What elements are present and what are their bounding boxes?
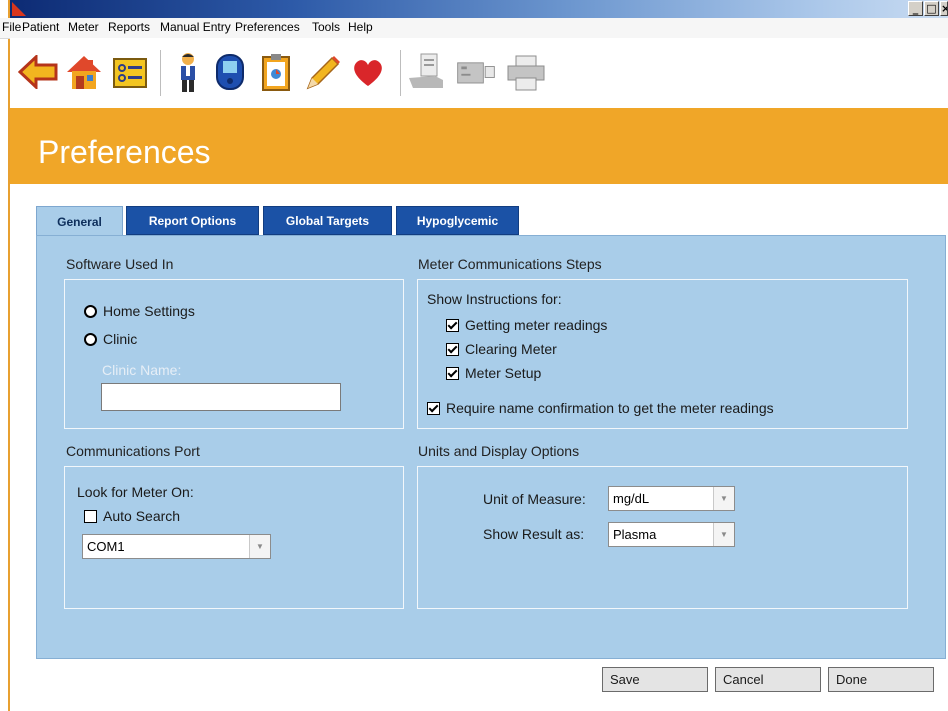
menu-reports[interactable]: Reports (108, 20, 150, 34)
show-instructions-label: Show Instructions for: (427, 291, 562, 307)
getting-readings-checkbox[interactable]: Getting meter readings (446, 317, 607, 333)
chevron-down-icon[interactable]: ▼ (713, 523, 734, 546)
toolbar-separator (400, 50, 401, 96)
home-settings-label: Home Settings (103, 303, 195, 319)
clipboard-icon[interactable] (254, 50, 298, 94)
menu-bar: File Patient Meter Reports Manual Entry … (0, 18, 948, 39)
menu-patient[interactable]: Patient (22, 20, 59, 34)
show-result-value: Plasma (613, 527, 657, 542)
chevron-down-icon[interactable]: ▼ (249, 535, 270, 558)
title-bar[interactable] (10, 0, 948, 18)
comm-port-heading: Communications Port (66, 443, 200, 459)
tab-general[interactable]: General (36, 206, 123, 236)
radio-dot (84, 332, 97, 346)
checkbox-box (446, 318, 459, 332)
show-result-label: Show Result as: (483, 526, 585, 542)
heart-icon[interactable] (346, 50, 390, 94)
radio-dot (84, 304, 97, 318)
com-port-value: COM1 (87, 539, 125, 554)
patient-list-icon[interactable] (108, 50, 152, 94)
unit-of-measure-value: mg/dL (613, 491, 650, 506)
clinic-name-input[interactable] (101, 383, 341, 411)
menu-meter[interactable]: Meter (68, 20, 99, 34)
meter-setup-checkbox[interactable]: Meter Setup (446, 365, 541, 381)
printer-icon[interactable] (504, 50, 548, 94)
tab-report-options[interactable]: Report Options (126, 206, 259, 235)
unit-of-measure-label: Unit of Measure: (483, 491, 586, 507)
software-used-in-heading: Software Used In (66, 256, 174, 272)
tab-hypoglycemic[interactable]: Hypoglycemic (396, 206, 519, 235)
meter-setup-label: Meter Setup (465, 365, 542, 381)
person-icon[interactable] (166, 50, 210, 94)
save-button[interactable]: Save (602, 667, 708, 692)
maximize-button[interactable]: □ (924, 1, 939, 16)
require-confirmation-checkbox[interactable]: Require name confirmation to get the met… (427, 400, 774, 416)
cable-connector-icon[interactable] (454, 50, 498, 94)
com-port-select[interactable]: COM1 ▼ (82, 534, 271, 559)
toolbar (10, 38, 948, 109)
close-button[interactable]: × (940, 1, 948, 16)
chevron-down-icon[interactable]: ▼ (713, 487, 734, 510)
auto-search-checkbox[interactable]: Auto Search (84, 508, 180, 524)
auto-search-label: Auto Search (103, 508, 181, 524)
window-controls: _ □ × (908, 1, 948, 17)
cancel-button[interactable]: Cancel (715, 667, 821, 692)
done-button[interactable]: Done (828, 667, 934, 692)
meter-comm-heading: Meter Communications Steps (418, 256, 602, 272)
clearing-meter-label: Clearing Meter (465, 341, 557, 357)
getting-readings-label: Getting meter readings (465, 317, 608, 333)
units-display-heading: Units and Display Options (418, 443, 580, 459)
hand-document-icon[interactable] (406, 50, 450, 94)
minimize-button[interactable]: _ (908, 1, 923, 16)
checkbox-box (446, 366, 459, 380)
unit-of-measure-select[interactable]: mg/dL ▼ (608, 486, 735, 511)
menu-manual-entry[interactable]: Manual Entry (160, 20, 231, 34)
pencil-icon[interactable] (300, 50, 344, 94)
clearing-meter-checkbox[interactable]: Clearing Meter (446, 341, 557, 357)
page-title: Preferences (38, 134, 211, 170)
back-arrow-icon[interactable] (16, 50, 60, 94)
menu-file[interactable]: File (2, 20, 21, 34)
require-confirmation-label: Require name confirmation to get the met… (446, 400, 774, 416)
meter-device-icon[interactable] (208, 50, 252, 94)
menu-preferences[interactable]: Preferences (235, 20, 300, 34)
toolbar-separator (160, 50, 161, 96)
clinic-label: Clinic (103, 331, 138, 347)
menu-tools[interactable]: Tools (312, 20, 340, 34)
show-result-select[interactable]: Plasma ▼ (608, 522, 735, 547)
checkbox-box (84, 509, 97, 523)
home-settings-radio[interactable]: Home Settings (84, 303, 195, 319)
tab-global-targets[interactable]: Global Targets (263, 206, 392, 235)
home-icon[interactable] (62, 50, 106, 94)
app-icon (12, 2, 26, 16)
look-for-meter-label: Look for Meter On: (77, 484, 194, 500)
checkbox-box (446, 342, 459, 356)
menu-help[interactable]: Help (348, 20, 373, 34)
clinic-radio[interactable]: Clinic (84, 331, 137, 347)
checkbox-box (427, 401, 440, 415)
clinic-name-label: Clinic Name: (102, 362, 182, 378)
